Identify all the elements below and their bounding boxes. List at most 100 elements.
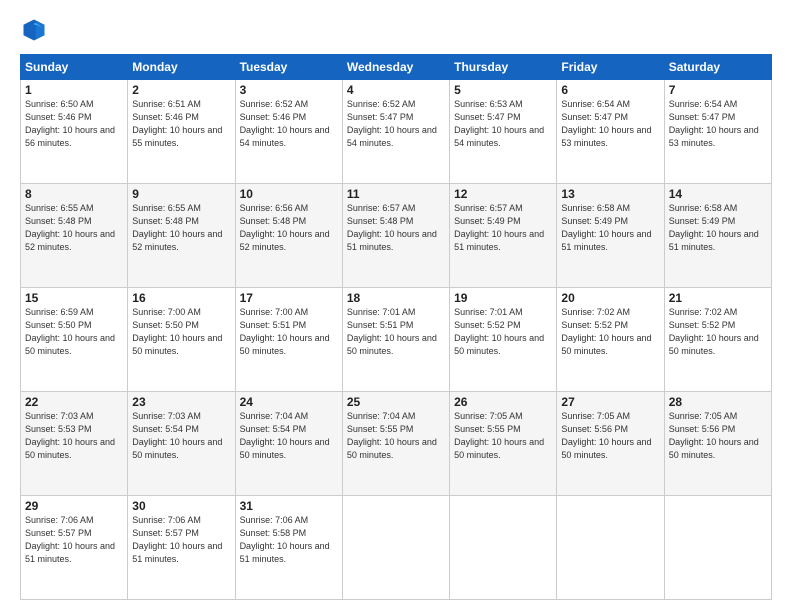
- day-content: Sunrise: 7:02 AM Sunset: 5:52 PM Dayligh…: [669, 306, 767, 358]
- day-number: 26: [454, 395, 552, 409]
- day-content: Sunrise: 7:04 AM Sunset: 5:55 PM Dayligh…: [347, 410, 445, 462]
- day-number: 16: [132, 291, 230, 305]
- day-number: 17: [240, 291, 338, 305]
- calendar-day-cell: 16 Sunrise: 7:00 AM Sunset: 5:50 PM Dayl…: [128, 288, 235, 392]
- calendar-day-cell: 11 Sunrise: 6:57 AM Sunset: 5:48 PM Dayl…: [342, 184, 449, 288]
- day-number: 19: [454, 291, 552, 305]
- weekday-header: Wednesday: [342, 55, 449, 80]
- calendar-day-cell: 23 Sunrise: 7:03 AM Sunset: 5:54 PM Dayl…: [128, 392, 235, 496]
- day-content: Sunrise: 6:57 AM Sunset: 5:48 PM Dayligh…: [347, 202, 445, 254]
- calendar-day-cell: 20 Sunrise: 7:02 AM Sunset: 5:52 PM Dayl…: [557, 288, 664, 392]
- calendar-day-cell: 30 Sunrise: 7:06 AM Sunset: 5:57 PM Dayl…: [128, 496, 235, 600]
- day-content: Sunrise: 6:57 AM Sunset: 5:49 PM Dayligh…: [454, 202, 552, 254]
- calendar-day-cell: 6 Sunrise: 6:54 AM Sunset: 5:47 PM Dayli…: [557, 80, 664, 184]
- day-content: Sunrise: 6:55 AM Sunset: 5:48 PM Dayligh…: [132, 202, 230, 254]
- day-number: 31: [240, 499, 338, 513]
- calendar-day-cell: 25 Sunrise: 7:04 AM Sunset: 5:55 PM Dayl…: [342, 392, 449, 496]
- calendar-day-cell: 10 Sunrise: 6:56 AM Sunset: 5:48 PM Dayl…: [235, 184, 342, 288]
- weekday-header: Thursday: [450, 55, 557, 80]
- day-number: 4: [347, 83, 445, 97]
- day-content: Sunrise: 7:05 AM Sunset: 5:56 PM Dayligh…: [669, 410, 767, 462]
- day-content: Sunrise: 6:56 AM Sunset: 5:48 PM Dayligh…: [240, 202, 338, 254]
- day-number: 6: [561, 83, 659, 97]
- day-content: Sunrise: 7:06 AM Sunset: 5:58 PM Dayligh…: [240, 514, 338, 566]
- day-content: Sunrise: 6:58 AM Sunset: 5:49 PM Dayligh…: [669, 202, 767, 254]
- day-number: 25: [347, 395, 445, 409]
- calendar-body: 1 Sunrise: 6:50 AM Sunset: 5:46 PM Dayli…: [21, 80, 772, 600]
- day-number: 3: [240, 83, 338, 97]
- calendar-day-cell: 12 Sunrise: 6:57 AM Sunset: 5:49 PM Dayl…: [450, 184, 557, 288]
- calendar-day-cell: [557, 496, 664, 600]
- day-number: 1: [25, 83, 123, 97]
- calendar-day-cell: [664, 496, 771, 600]
- calendar-week-row: 29 Sunrise: 7:06 AM Sunset: 5:57 PM Dayl…: [21, 496, 772, 600]
- day-content: Sunrise: 7:04 AM Sunset: 5:54 PM Dayligh…: [240, 410, 338, 462]
- day-number: 27: [561, 395, 659, 409]
- day-content: Sunrise: 6:54 AM Sunset: 5:47 PM Dayligh…: [669, 98, 767, 150]
- calendar-day-cell: 13 Sunrise: 6:58 AM Sunset: 5:49 PM Dayl…: [557, 184, 664, 288]
- calendar-week-row: 1 Sunrise: 6:50 AM Sunset: 5:46 PM Dayli…: [21, 80, 772, 184]
- weekday-header: Sunday: [21, 55, 128, 80]
- calendar-day-cell: 2 Sunrise: 6:51 AM Sunset: 5:46 PM Dayli…: [128, 80, 235, 184]
- logo: [20, 16, 52, 44]
- calendar-day-cell: 31 Sunrise: 7:06 AM Sunset: 5:58 PM Dayl…: [235, 496, 342, 600]
- day-content: Sunrise: 7:00 AM Sunset: 5:50 PM Dayligh…: [132, 306, 230, 358]
- day-content: Sunrise: 7:03 AM Sunset: 5:53 PM Dayligh…: [25, 410, 123, 462]
- day-content: Sunrise: 6:52 AM Sunset: 5:47 PM Dayligh…: [347, 98, 445, 150]
- day-number: 13: [561, 187, 659, 201]
- calendar-day-cell: 4 Sunrise: 6:52 AM Sunset: 5:47 PM Dayli…: [342, 80, 449, 184]
- weekday-row: SundayMondayTuesdayWednesdayThursdayFrid…: [21, 55, 772, 80]
- calendar-day-cell: 15 Sunrise: 6:59 AM Sunset: 5:50 PM Dayl…: [21, 288, 128, 392]
- day-number: 15: [25, 291, 123, 305]
- day-content: Sunrise: 6:52 AM Sunset: 5:46 PM Dayligh…: [240, 98, 338, 150]
- day-number: 22: [25, 395, 123, 409]
- day-content: Sunrise: 7:05 AM Sunset: 5:56 PM Dayligh…: [561, 410, 659, 462]
- day-number: 18: [347, 291, 445, 305]
- day-content: Sunrise: 6:50 AM Sunset: 5:46 PM Dayligh…: [25, 98, 123, 150]
- day-number: 9: [132, 187, 230, 201]
- day-content: Sunrise: 6:59 AM Sunset: 5:50 PM Dayligh…: [25, 306, 123, 358]
- calendar-day-cell: 18 Sunrise: 7:01 AM Sunset: 5:51 PM Dayl…: [342, 288, 449, 392]
- calendar-table: SundayMondayTuesdayWednesdayThursdayFrid…: [20, 54, 772, 600]
- calendar-day-cell: 8 Sunrise: 6:55 AM Sunset: 5:48 PM Dayli…: [21, 184, 128, 288]
- weekday-header: Saturday: [664, 55, 771, 80]
- day-content: Sunrise: 6:55 AM Sunset: 5:48 PM Dayligh…: [25, 202, 123, 254]
- day-number: 10: [240, 187, 338, 201]
- weekday-header: Tuesday: [235, 55, 342, 80]
- calendar-week-row: 8 Sunrise: 6:55 AM Sunset: 5:48 PM Dayli…: [21, 184, 772, 288]
- calendar-day-cell: 28 Sunrise: 7:05 AM Sunset: 5:56 PM Dayl…: [664, 392, 771, 496]
- calendar-week-row: 15 Sunrise: 6:59 AM Sunset: 5:50 PM Dayl…: [21, 288, 772, 392]
- calendar-day-cell: 29 Sunrise: 7:06 AM Sunset: 5:57 PM Dayl…: [21, 496, 128, 600]
- day-content: Sunrise: 7:01 AM Sunset: 5:52 PM Dayligh…: [454, 306, 552, 358]
- day-content: Sunrise: 7:01 AM Sunset: 5:51 PM Dayligh…: [347, 306, 445, 358]
- day-content: Sunrise: 6:58 AM Sunset: 5:49 PM Dayligh…: [561, 202, 659, 254]
- day-content: Sunrise: 7:00 AM Sunset: 5:51 PM Dayligh…: [240, 306, 338, 358]
- day-content: Sunrise: 7:06 AM Sunset: 5:57 PM Dayligh…: [25, 514, 123, 566]
- calendar-day-cell: 22 Sunrise: 7:03 AM Sunset: 5:53 PM Dayl…: [21, 392, 128, 496]
- day-number: 29: [25, 499, 123, 513]
- day-number: 5: [454, 83, 552, 97]
- day-number: 21: [669, 291, 767, 305]
- calendar-day-cell: 26 Sunrise: 7:05 AM Sunset: 5:55 PM Dayl…: [450, 392, 557, 496]
- day-number: 12: [454, 187, 552, 201]
- day-number: 23: [132, 395, 230, 409]
- day-content: Sunrise: 7:05 AM Sunset: 5:55 PM Dayligh…: [454, 410, 552, 462]
- header: [20, 16, 772, 44]
- calendar-day-cell: 19 Sunrise: 7:01 AM Sunset: 5:52 PM Dayl…: [450, 288, 557, 392]
- day-content: Sunrise: 7:02 AM Sunset: 5:52 PM Dayligh…: [561, 306, 659, 358]
- day-number: 8: [25, 187, 123, 201]
- day-number: 2: [132, 83, 230, 97]
- calendar-day-cell: 21 Sunrise: 7:02 AM Sunset: 5:52 PM Dayl…: [664, 288, 771, 392]
- calendar-day-cell: 14 Sunrise: 6:58 AM Sunset: 5:49 PM Dayl…: [664, 184, 771, 288]
- day-number: 7: [669, 83, 767, 97]
- day-content: Sunrise: 7:06 AM Sunset: 5:57 PM Dayligh…: [132, 514, 230, 566]
- day-number: 24: [240, 395, 338, 409]
- day-content: Sunrise: 6:54 AM Sunset: 5:47 PM Dayligh…: [561, 98, 659, 150]
- day-number: 11: [347, 187, 445, 201]
- calendar-week-row: 22 Sunrise: 7:03 AM Sunset: 5:53 PM Dayl…: [21, 392, 772, 496]
- day-content: Sunrise: 7:03 AM Sunset: 5:54 PM Dayligh…: [132, 410, 230, 462]
- calendar-day-cell: 17 Sunrise: 7:00 AM Sunset: 5:51 PM Dayl…: [235, 288, 342, 392]
- calendar-day-cell: 7 Sunrise: 6:54 AM Sunset: 5:47 PM Dayli…: [664, 80, 771, 184]
- calendar-day-cell: [450, 496, 557, 600]
- day-number: 20: [561, 291, 659, 305]
